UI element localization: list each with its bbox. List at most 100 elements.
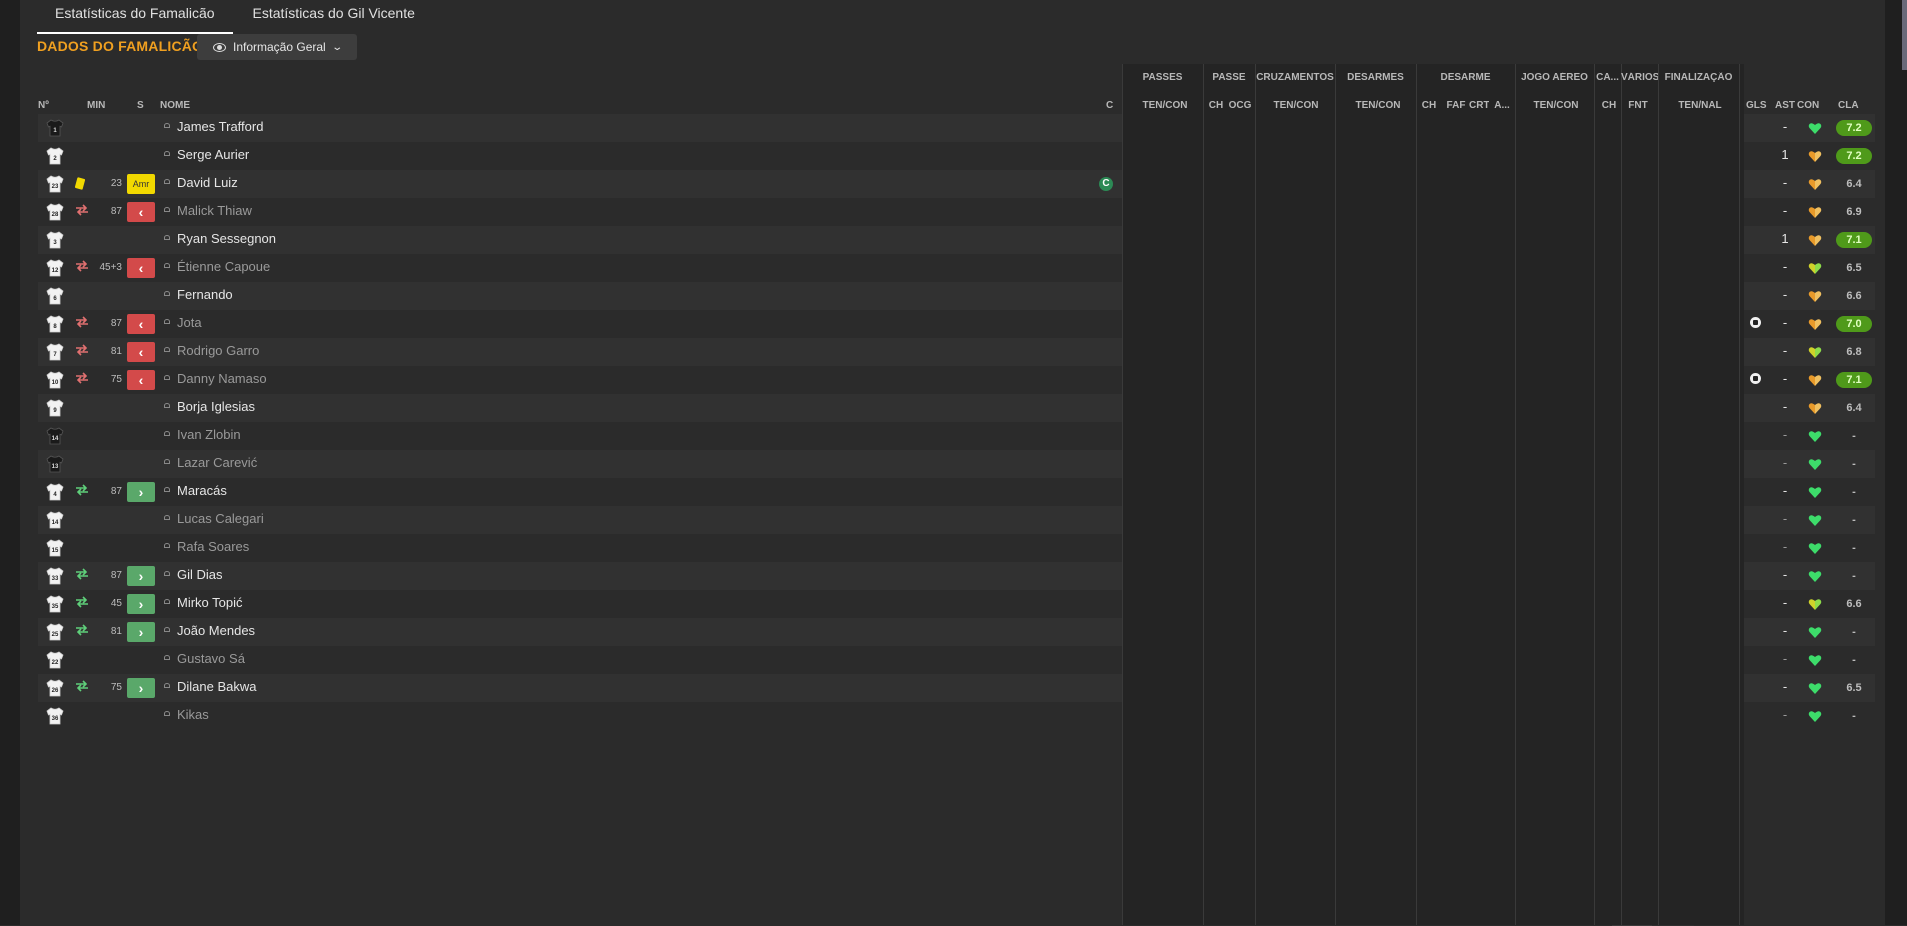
goal-ball-icon bbox=[1750, 317, 1761, 328]
tab-famalicao-stats[interactable]: Estatísticas do Famalicão bbox=[37, 0, 233, 34]
subbed-off-button[interactable]: ‹ bbox=[127, 370, 155, 390]
player-name[interactable]: Gustavo Sá bbox=[163, 646, 245, 674]
group-header: FINALIZAÇÃO bbox=[1664, 72, 1733, 83]
column-divider bbox=[1203, 64, 1204, 925]
shirt-icon: 26 bbox=[45, 678, 65, 698]
player-name[interactable]: Rafa Soares bbox=[163, 534, 249, 562]
substitution-arrows-icon bbox=[75, 344, 89, 359]
stat-value: 1 bbox=[1781, 147, 1789, 162]
player-name-text: Serge Aurier bbox=[177, 147, 250, 162]
player-name-text: Étienne Capoue bbox=[177, 259, 271, 274]
shirt-number: 28 bbox=[52, 212, 59, 218]
player-name[interactable]: Gil Dias bbox=[163, 562, 223, 590]
player-name-text: Fernando bbox=[177, 287, 233, 302]
player-name-text: Maracás bbox=[177, 483, 227, 498]
player-name[interactable]: João Mendes bbox=[163, 618, 255, 646]
group-header: PASSES bbox=[1142, 72, 1183, 83]
group-header: PASSE bbox=[1212, 72, 1246, 83]
stat-value: - bbox=[1782, 287, 1788, 302]
player-name[interactable]: James Trafford bbox=[163, 114, 263, 142]
shirt-number: 10 bbox=[52, 380, 59, 386]
player-name[interactable]: Lucas Calegari bbox=[163, 506, 264, 534]
person-icon bbox=[163, 487, 171, 496]
subbed-on-button[interactable]: › bbox=[127, 678, 155, 698]
substitution-arrows-icon bbox=[75, 372, 89, 387]
header-number: Nº bbox=[38, 100, 49, 111]
condition-heart-icon bbox=[1808, 149, 1822, 163]
stat-value: - bbox=[1782, 483, 1788, 498]
condition-heart-icon bbox=[1808, 597, 1822, 611]
condition-heart-icon bbox=[1808, 569, 1822, 583]
view-dropdown[interactable]: Informação Geral ⌄ bbox=[197, 34, 357, 60]
person-icon bbox=[163, 319, 171, 328]
header-captain: C bbox=[1106, 100, 1114, 111]
player-rating: 6.5 bbox=[1846, 682, 1862, 694]
player-name[interactable]: Ivan Zlobin bbox=[163, 422, 241, 450]
player-name[interactable]: Maracás bbox=[163, 478, 227, 506]
condition-heart-icon bbox=[1808, 653, 1822, 667]
player-name[interactable]: Kikas bbox=[163, 702, 209, 730]
scroll-accent[interactable] bbox=[1902, 0, 1907, 70]
condition-heart-icon bbox=[1808, 373, 1822, 387]
player-name[interactable]: Dilane Bakwa bbox=[163, 674, 257, 702]
condition-heart-icon bbox=[1808, 261, 1822, 275]
stat-empty: - bbox=[1782, 539, 1788, 554]
column-divider bbox=[1621, 64, 1622, 925]
shirt-icon: 2 bbox=[45, 146, 65, 166]
shirt-icon: 8 bbox=[45, 314, 65, 334]
stat-value: - bbox=[1782, 175, 1788, 190]
stat-value: 1 bbox=[1781, 231, 1789, 246]
yellow-card-icon bbox=[74, 177, 86, 190]
substitution-arrows-icon bbox=[75, 260, 89, 275]
player-name[interactable]: David Luiz bbox=[163, 170, 238, 198]
player-name-text: Borja Iglesias bbox=[177, 399, 256, 414]
person-icon bbox=[163, 599, 171, 608]
player-name-text: Rodrigo Garro bbox=[177, 343, 260, 358]
column-divider bbox=[1255, 64, 1256, 925]
person-icon bbox=[163, 627, 171, 636]
player-name-text: Lucas Calegari bbox=[177, 511, 264, 526]
condition-heart-icon bbox=[1808, 541, 1822, 555]
column-divider bbox=[1335, 64, 1336, 925]
tab-gil-vicente-stats[interactable]: Estatísticas do Gil Vicente bbox=[235, 0, 433, 32]
chevron-down-icon: ⌄ bbox=[331, 41, 343, 53]
stat-empty: - bbox=[1782, 455, 1788, 470]
column-header: CH bbox=[1601, 100, 1617, 111]
condition-heart-icon bbox=[1808, 345, 1822, 359]
player-rating: - bbox=[1852, 458, 1856, 470]
substitution-arrows-icon bbox=[75, 680, 89, 695]
player-name[interactable]: Borja Iglesias bbox=[163, 394, 255, 422]
condition-heart-icon bbox=[1808, 177, 1822, 191]
player-name[interactable]: Ryan Sessegnon bbox=[163, 226, 276, 254]
player-name[interactable]: Danny Namaso bbox=[163, 366, 267, 394]
subbed-off-button[interactable]: ‹ bbox=[127, 314, 155, 334]
player-name-text: David Luiz bbox=[177, 175, 238, 190]
column-header: CLA bbox=[1838, 100, 1859, 111]
condition-heart-icon bbox=[1808, 121, 1822, 135]
person-icon bbox=[163, 403, 171, 412]
shirt-icon: 36 bbox=[45, 706, 65, 726]
subbed-on-button[interactable]: › bbox=[127, 566, 155, 586]
subbed-off-button[interactable]: ‹ bbox=[127, 202, 155, 222]
subbed-on-button[interactable]: › bbox=[127, 594, 155, 614]
player-name[interactable]: Malick Thiaw bbox=[163, 198, 252, 226]
player-name[interactable]: Lazar Carević bbox=[163, 450, 257, 478]
person-icon bbox=[163, 515, 171, 524]
subbed-off-button[interactable]: ‹ bbox=[127, 258, 155, 278]
minutes-played: 87 bbox=[110, 486, 122, 497]
player-name-text: Lazar Carević bbox=[177, 455, 258, 470]
player-name[interactable]: Mirko Topić bbox=[163, 590, 243, 618]
player-name[interactable]: Serge Aurier bbox=[163, 142, 249, 170]
stat-empty: - bbox=[1782, 511, 1788, 526]
subbed-on-button[interactable]: › bbox=[127, 482, 155, 502]
person-icon bbox=[163, 375, 171, 384]
substitution-arrows-icon bbox=[75, 596, 89, 611]
subbed-off-button[interactable]: ‹ bbox=[127, 342, 155, 362]
player-name[interactable]: Fernando bbox=[163, 282, 233, 310]
group-header: CRUZAMENTOS bbox=[1256, 72, 1334, 83]
column-header: TEN/CON bbox=[1355, 100, 1401, 111]
player-name[interactable]: Étienne Capoue bbox=[163, 254, 270, 282]
player-name[interactable]: Rodrigo Garro bbox=[163, 338, 259, 366]
subbed-on-button[interactable]: › bbox=[127, 622, 155, 642]
player-name[interactable]: Jota bbox=[163, 310, 202, 338]
